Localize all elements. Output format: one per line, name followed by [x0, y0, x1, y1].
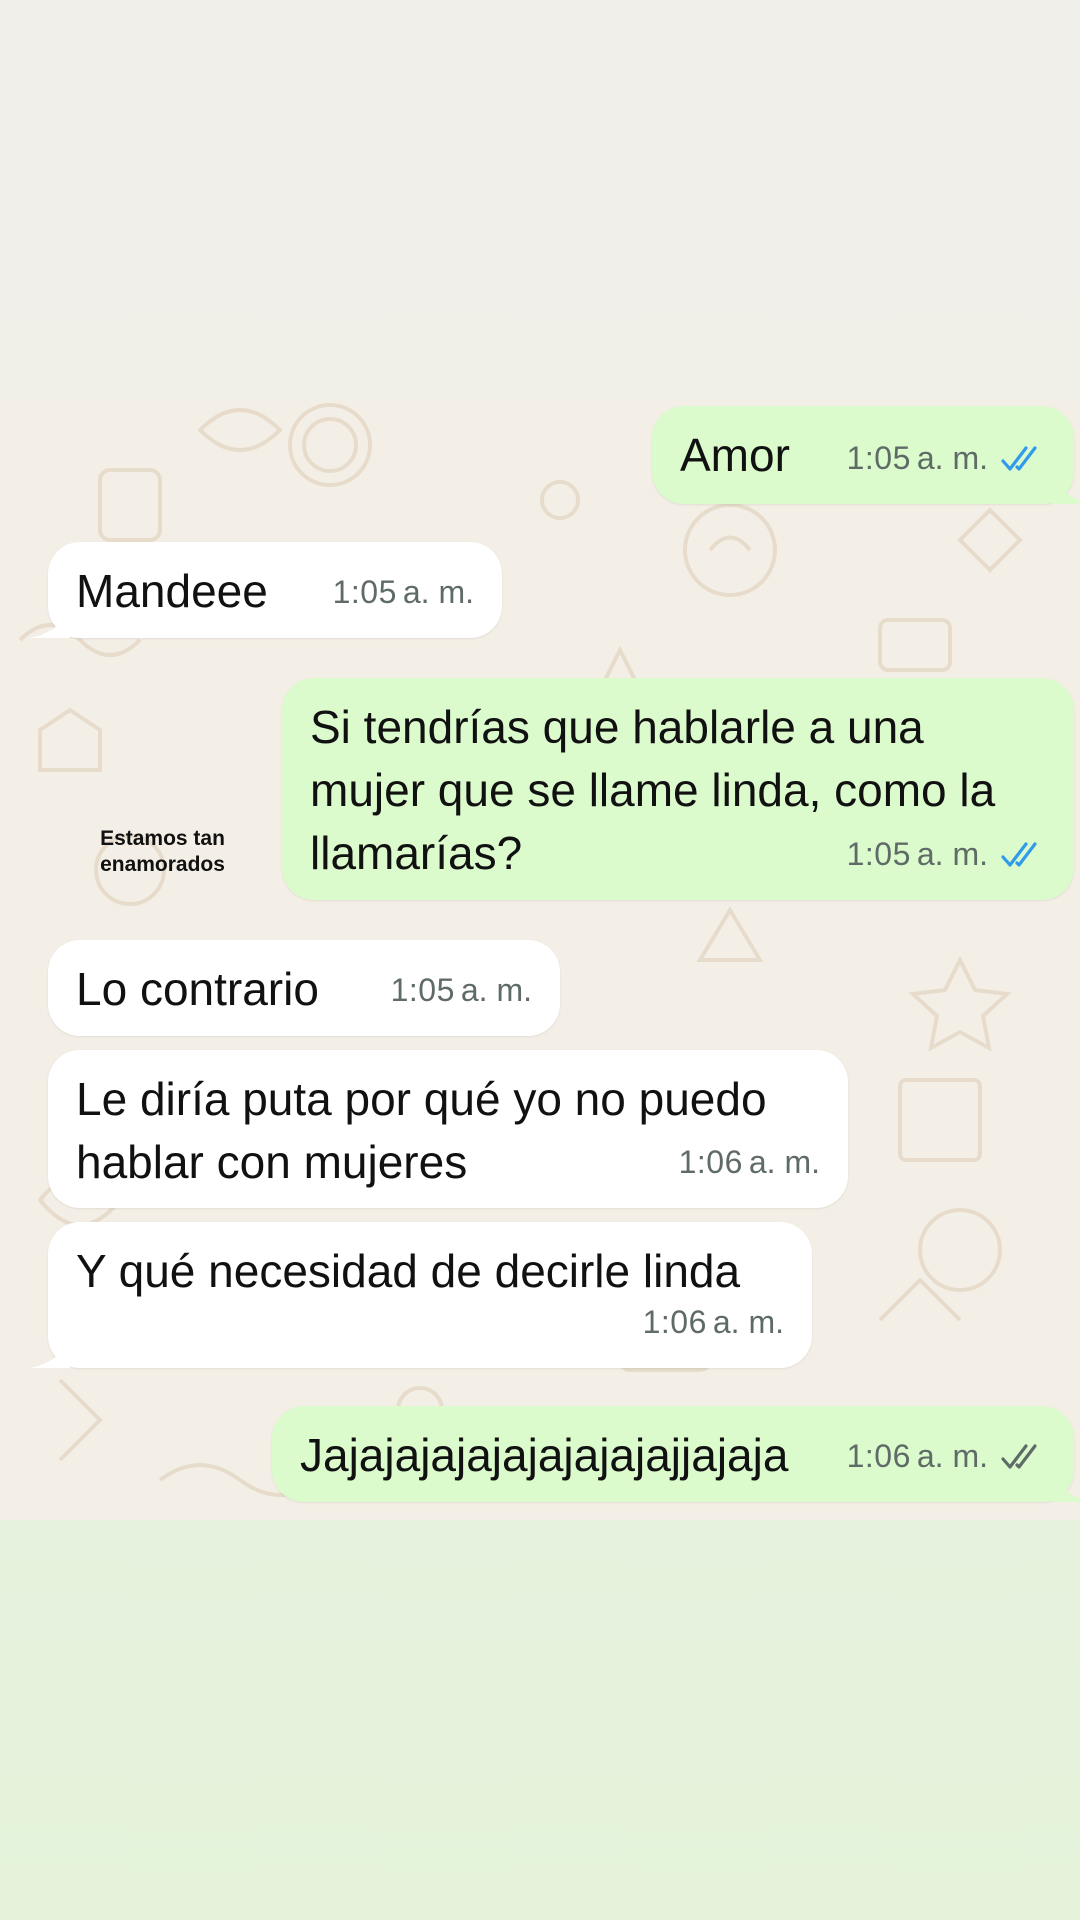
message-text: Amor — [680, 429, 790, 481]
bubble-tail — [1052, 474, 1080, 504]
message-meta: 1:05 a. m. — [333, 561, 474, 624]
message-meta: 1:06 a. m. — [643, 1291, 784, 1354]
message-text: Le diría puta por qué yo no puedo hablar… — [76, 1073, 767, 1188]
message-text: Mandeee — [76, 565, 268, 617]
message-ampm: a. m. — [916, 836, 988, 872]
message-incoming[interactable]: Le diría puta por qué yo no puedo hablar… — [48, 1050, 848, 1208]
message-text: Jajajajajajajajajajajjajaja — [300, 1429, 789, 1481]
message-time: 1:06 — [642, 1304, 707, 1340]
message-time: 1:05 — [390, 972, 455, 1008]
message-text: Y qué necesidad de decirle linda — [76, 1245, 741, 1297]
message-outgoing[interactable]: Jajajajajajajajajajajjajaja 1:06 a. m. — [272, 1406, 1080, 1502]
double-check-icon — [1001, 445, 1037, 471]
chat-area: Amor 1:05 a. m. Mandeee 1:05 a. m. Si te… — [0, 400, 1080, 1520]
message-ampm: a. m. — [712, 1304, 784, 1340]
message-time: 1:05 — [846, 440, 911, 476]
message-ampm: a. m. — [460, 972, 532, 1008]
message-ampm: a. m. — [916, 440, 988, 476]
double-check-icon — [1001, 1443, 1037, 1469]
bubble-tail — [1052, 1472, 1080, 1502]
message-text: Lo contrario — [76, 963, 319, 1015]
message-ampm: a. m. — [748, 1144, 820, 1180]
message-ampm: a. m. — [402, 574, 474, 610]
message-incoming[interactable]: Lo contrario 1:05 a. m. — [48, 940, 560, 1036]
message-incoming[interactable]: Y qué necesidad de decirle linda 1:06 a.… — [30, 1222, 812, 1368]
message-meta: 1:05 a. m. — [847, 823, 1046, 886]
message-time: 1:06 — [846, 1438, 911, 1474]
overlay-caption: Estamos tan enamorados — [100, 827, 225, 876]
message-ampm: a. m. — [916, 1438, 988, 1474]
message-meta: 1:05 a. m. — [847, 427, 1046, 490]
message-outgoing[interactable]: Amor 1:05 a. m. — [652, 406, 1080, 504]
message-meta: 1:06 a. m. — [847, 1425, 1046, 1488]
message-time: 1:06 — [678, 1144, 743, 1180]
message-meta: 1:05 a. m. — [391, 959, 532, 1022]
message-meta: 1:06 a. m. — [679, 1131, 820, 1194]
double-check-icon — [1001, 841, 1037, 867]
bubble-tail — [30, 608, 70, 638]
bubble-tail — [30, 1338, 70, 1368]
message-time: 1:05 — [846, 836, 911, 872]
message-incoming[interactable]: Mandeee 1:05 a. m. — [30, 542, 502, 638]
message-time: 1:05 — [332, 574, 397, 610]
message-outgoing[interactable]: Si tendrías que hablarle a una mujer que… — [282, 678, 1074, 900]
